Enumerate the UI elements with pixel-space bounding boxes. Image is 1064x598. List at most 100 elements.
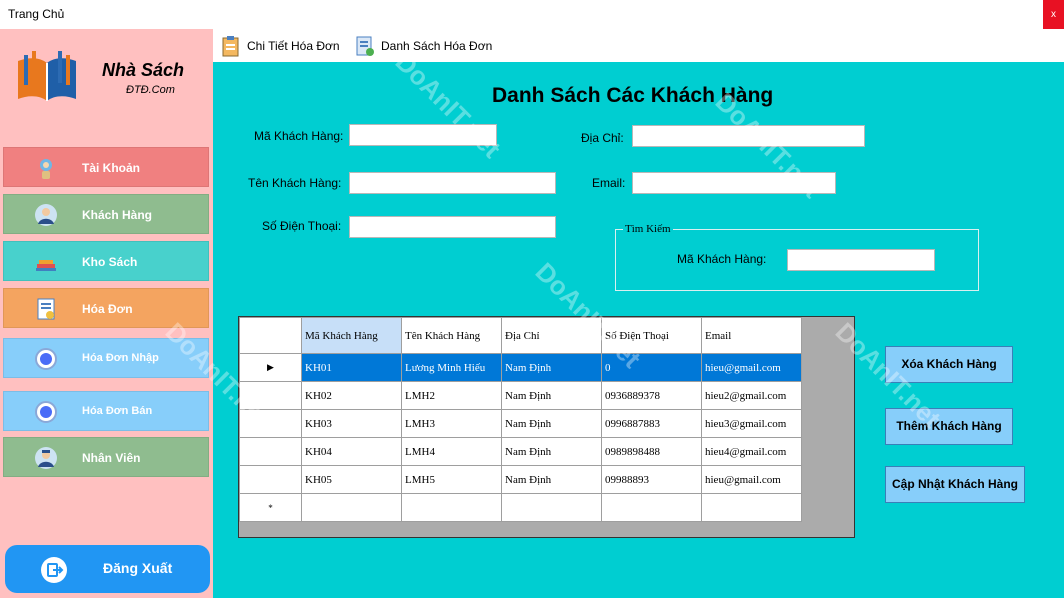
table-row[interactable]: KH04 LMH4 Nam Định 0989898488 hieu4@gmai… bbox=[239, 437, 802, 466]
column-header-ma-khach-hang[interactable]: Mã Khách Hàng bbox=[301, 317, 402, 354]
table-cell[interactable]: Lương Minh Hiếu bbox=[401, 353, 502, 382]
sidebar-item-label: Nhân Viên bbox=[82, 451, 141, 465]
table-row[interactable]: KH05 LMH5 Nam Định 09988893 hieu@gmail.c… bbox=[239, 465, 802, 494]
menu-item-danh-sach-hoa-don[interactable]: Danh Sách Hóa Đơn bbox=[355, 35, 495, 57]
customer-id-input[interactable] bbox=[349, 124, 497, 146]
brand-subtitle: ĐTĐ.Com bbox=[126, 84, 175, 96]
phone-input[interactable] bbox=[349, 216, 556, 238]
column-header-ten-khach-hang[interactable]: Tên Khách Hàng bbox=[401, 317, 502, 354]
page-title: Danh Sách Các Khách Hàng bbox=[492, 84, 774, 107]
table-cell[interactable] bbox=[401, 493, 502, 522]
table-cell[interactable]: LMH4 bbox=[401, 437, 502, 466]
table-cell[interactable]: Nam Định bbox=[501, 381, 602, 410]
table-cell[interactable]: 0 bbox=[601, 353, 702, 382]
sidebar-item-tai-khoan[interactable]: Tài Khoản bbox=[3, 147, 209, 187]
table-cell[interactable] bbox=[601, 493, 702, 522]
search-legend: Tìm Kiếm bbox=[623, 223, 673, 235]
radio-icon bbox=[35, 401, 57, 423]
invoice-list-icon bbox=[356, 36, 374, 56]
phone-label: Số Điện Thoại: bbox=[262, 219, 342, 233]
table-row[interactable]: KH03 LMH3 Nam Định 0996887883 hieu3@gmai… bbox=[239, 409, 802, 438]
sidebar-item-label: Hóa Đơn Bán bbox=[82, 405, 153, 417]
table-cell[interactable]: Nam Định bbox=[501, 353, 602, 382]
table-cell[interactable]: hieu@gmail.com bbox=[701, 353, 802, 382]
table-cell[interactable] bbox=[701, 493, 802, 522]
window-title: Trang Chủ bbox=[8, 7, 65, 21]
table-row[interactable]: ▶ KH01 Lương Minh Hiếu Nam Định 0 hieu@g… bbox=[239, 353, 802, 382]
row-header[interactable] bbox=[239, 381, 302, 410]
table-cell[interactable]: Nam Định bbox=[501, 437, 602, 466]
table-cell[interactable]: Nam Định bbox=[501, 465, 602, 494]
table-cell[interactable]: KH02 bbox=[301, 381, 402, 410]
sidebar-item-label: Hóa Đơn Nhập bbox=[82, 352, 159, 364]
invoice-detail-icon bbox=[222, 36, 239, 57]
delete-customer-button[interactable]: Xóa Khách Hàng bbox=[885, 346, 1013, 383]
main-panel: Danh Sách Các Khách Hàng Mã Khách Hàng: … bbox=[213, 62, 1064, 598]
update-customer-button[interactable]: Cập Nhật Khách Hàng bbox=[885, 466, 1025, 503]
sidebar-item-khach-hang[interactable]: Khách Hàng bbox=[3, 194, 209, 234]
sidebar-item-nhan-vien[interactable]: Nhân Viên bbox=[3, 437, 209, 477]
search-input[interactable] bbox=[787, 249, 935, 271]
column-header-dia-chi[interactable]: Địa Chỉ bbox=[501, 317, 602, 354]
table-cell[interactable]: 0996887883 bbox=[601, 409, 702, 438]
table-cell[interactable]: LMH5 bbox=[401, 465, 502, 494]
window-titlebar: Trang Chủ x bbox=[0, 0, 1064, 29]
customer-table: Mã Khách Hàng Tên Khách Hàng Địa Chỉ Số … bbox=[239, 317, 802, 522]
table-cell[interactable]: 09988893 bbox=[601, 465, 702, 494]
table-cell[interactable]: 0936889378 bbox=[601, 381, 702, 410]
brand-name: Nhà Sách bbox=[102, 60, 185, 80]
sidebar-item-hoa-don[interactable]: Hóa Đơn bbox=[3, 288, 209, 328]
current-row-indicator[interactable]: ▶ bbox=[239, 353, 302, 382]
employee-icon bbox=[35, 447, 57, 469]
table-cell[interactable]: hieu2@gmail.com bbox=[701, 381, 802, 410]
table-header-row: Mã Khách Hàng Tên Khách Hàng Địa Chỉ Số … bbox=[239, 317, 802, 354]
menu-item-chi-tiet-hoa-don[interactable]: Chi Tiết Hóa Đơn bbox=[221, 35, 346, 57]
menu-item-label: Danh Sách Hóa Đơn bbox=[381, 39, 493, 53]
table-cell[interactable]: hieu4@gmail.com bbox=[701, 437, 802, 466]
address-label: Địa Chỉ: bbox=[581, 131, 624, 145]
sidebar-item-hoa-don-nhap[interactable]: Hóa Đơn Nhập bbox=[3, 338, 209, 378]
book-logo-icon bbox=[18, 51, 76, 101]
row-header[interactable] bbox=[239, 437, 302, 466]
sidebar-item-label: Tài Khoản bbox=[82, 161, 141, 175]
column-header-so-dien-thoai[interactable]: Số Điện Thoại bbox=[601, 317, 702, 354]
table-cell[interactable]: hieu3@gmail.com bbox=[701, 409, 802, 438]
logout-icon bbox=[41, 557, 67, 583]
table-cell[interactable]: hieu@gmail.com bbox=[701, 465, 802, 494]
table-cell[interactable]: 0989898488 bbox=[601, 437, 702, 466]
logout-label: Đăng Xuất bbox=[103, 560, 173, 576]
address-input[interactable] bbox=[632, 125, 865, 147]
sidebar-item-hoa-don-ban[interactable]: Hóa Đơn Bán bbox=[3, 391, 209, 431]
table-cell[interactable] bbox=[501, 493, 602, 522]
sidebar-item-kho-sach[interactable]: Kho Sách bbox=[3, 241, 209, 281]
logout-button[interactable]: Đăng Xuất bbox=[5, 545, 210, 593]
customer-name-label: Tên Khách Hàng: bbox=[248, 176, 342, 190]
menu-item-label: Chi Tiết Hóa Đơn bbox=[247, 39, 340, 53]
table-row[interactable]: KH02 LMH2 Nam Định 0936889378 hieu2@gmai… bbox=[239, 381, 802, 410]
close-button[interactable]: x bbox=[1043, 0, 1064, 29]
table-cell[interactable]: Nam Định bbox=[501, 409, 602, 438]
email-input[interactable] bbox=[632, 172, 836, 194]
new-row[interactable]: * bbox=[239, 493, 802, 522]
row-header[interactable] bbox=[239, 409, 302, 438]
row-header[interactable] bbox=[239, 465, 302, 494]
radio-icon bbox=[35, 348, 57, 370]
table-cell[interactable]: KH01 bbox=[301, 353, 402, 382]
table-cell[interactable]: KH04 bbox=[301, 437, 402, 466]
table-cell[interactable]: LMH3 bbox=[401, 409, 502, 438]
table-cell[interactable]: KH03 bbox=[301, 409, 402, 438]
sidebar: Nhà Sách ĐTĐ.Com Tài Khoản Khách Hàng Kh… bbox=[0, 29, 213, 598]
customer-name-input[interactable] bbox=[349, 172, 556, 194]
column-header-email[interactable]: Email bbox=[701, 317, 802, 354]
email-label: Email: bbox=[592, 176, 626, 190]
customer-grid[interactable]: Mã Khách Hàng Tên Khách Hàng Địa Chỉ Số … bbox=[238, 316, 855, 538]
customer-id-label: Mã Khách Hàng: bbox=[254, 129, 344, 143]
row-header-corner bbox=[239, 317, 302, 354]
add-customer-button[interactable]: Thêm Khách Hàng bbox=[885, 408, 1013, 445]
table-cell[interactable] bbox=[301, 493, 402, 522]
new-row-indicator[interactable]: * bbox=[239, 493, 302, 522]
table-cell[interactable]: KH05 bbox=[301, 465, 402, 494]
menu-bar: Chi Tiết Hóa Đơn Danh Sách Hóa Đơn bbox=[213, 29, 1064, 62]
search-groupbox: Tìm Kiếm Mã Khách Hàng: bbox=[615, 223, 979, 291]
table-cell[interactable]: LMH2 bbox=[401, 381, 502, 410]
